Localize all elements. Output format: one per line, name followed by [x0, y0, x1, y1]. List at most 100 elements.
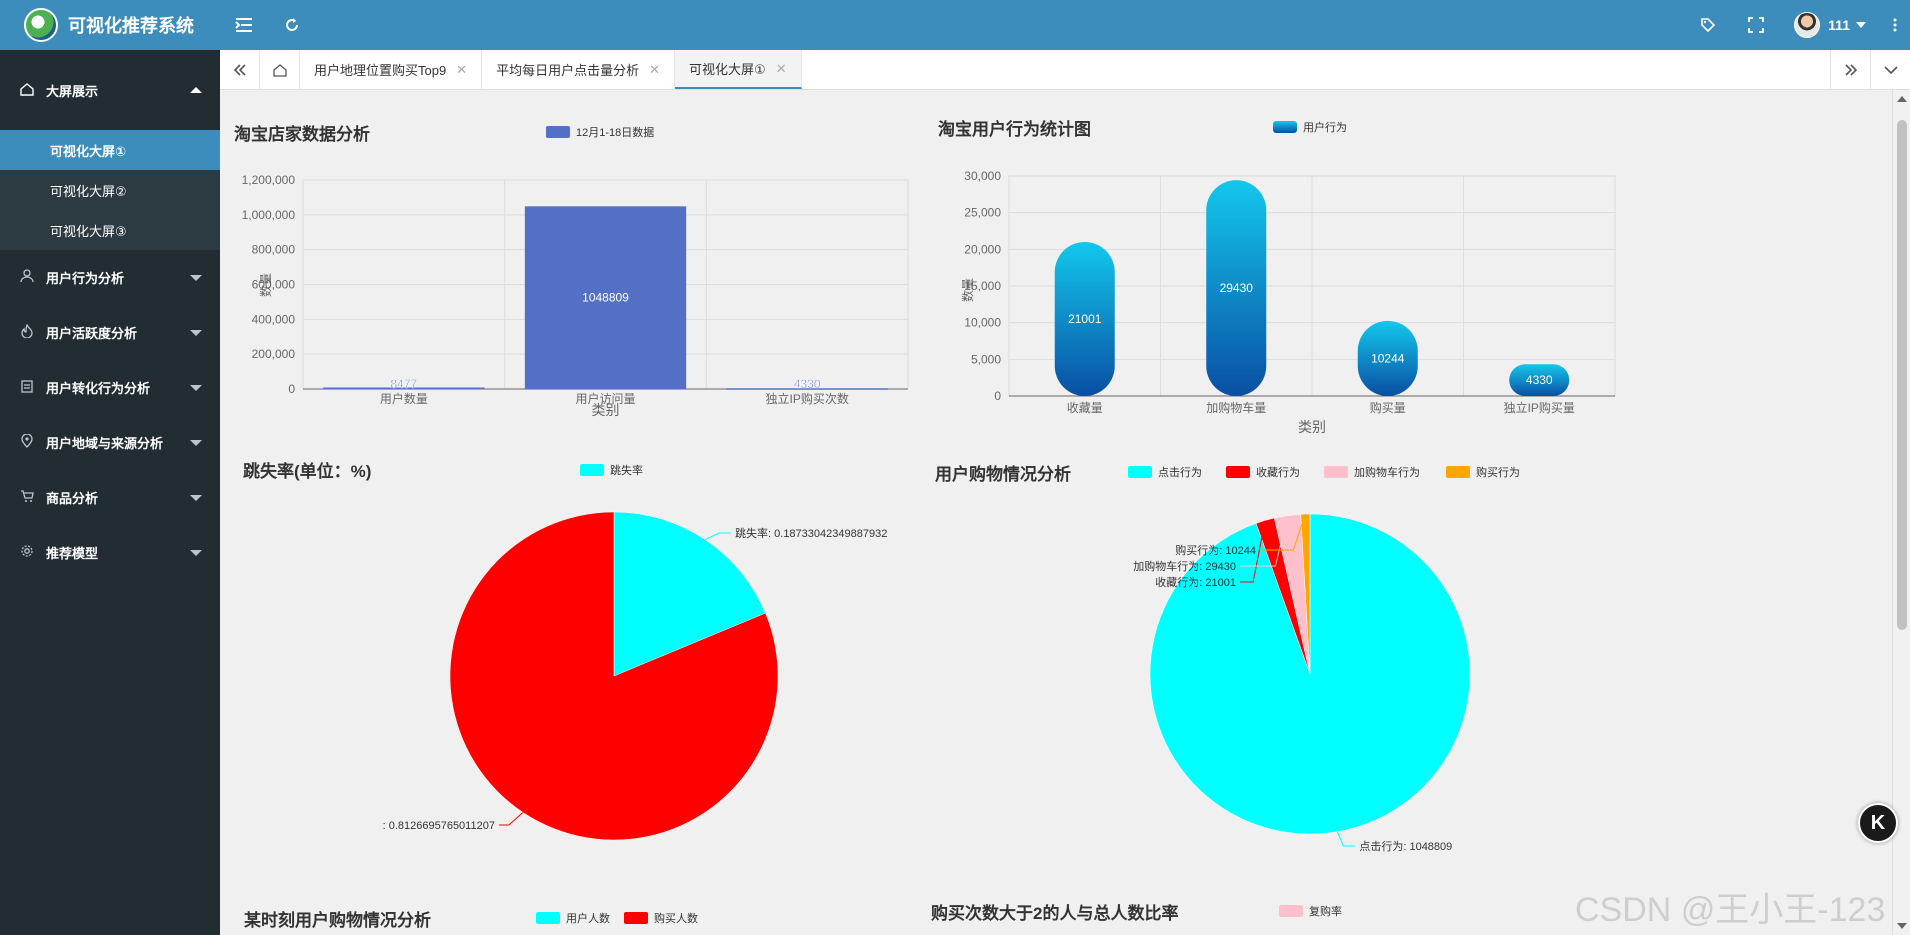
chevron-down-icon	[190, 384, 202, 391]
chart1-xtick: 用户数量	[380, 391, 428, 406]
chart2-legend-label: 用户行为	[1303, 120, 1347, 134]
sidebar-menu-user-region[interactable]: 用户地域与来源分析	[0, 415, 220, 470]
home-tab-button[interactable]	[260, 50, 300, 89]
sidebar-menu-recommend-model[interactable]: 推荐模型	[0, 525, 220, 580]
tab-daily-clicks[interactable]: 平均每日用户点击量分析 ✕	[482, 50, 676, 89]
chart2-title: 淘宝用户行为统计图	[938, 119, 1091, 139]
vertical-scrollbar[interactable]	[1892, 90, 1910, 935]
sidebar-item-screen-3[interactable]: 可视化大屏③	[0, 210, 220, 250]
chart1-ytick: 200,000	[252, 347, 296, 361]
sidebar-item-screen-1[interactable]: 可视化大屏①	[0, 130, 220, 170]
sidebar-menu-user-conversion[interactable]: 用户转化行为分析	[0, 360, 220, 415]
chart1-title: 淘宝店家数据分析	[234, 124, 370, 144]
chevron-down-icon	[190, 274, 202, 281]
refresh-icon[interactable]	[268, 0, 316, 50]
chart1-ytick: 1,200,000	[242, 173, 296, 187]
tab-dropdown-button[interactable]	[1870, 50, 1910, 89]
chart5-title: 某时刻用户购物情况分析	[244, 910, 431, 930]
avatar	[1794, 12, 1821, 38]
chevron-down-icon	[190, 494, 202, 501]
chart2-ylabel: 数量	[960, 278, 975, 302]
chart5-legend-label: 用户人数	[566, 911, 610, 925]
sidebar: 大屏展示 可视化大屏① 可视化大屏② 可视化大屏③ 用户行为分析 用户活跃度分析…	[0, 50, 220, 935]
gear-icon	[20, 544, 46, 561]
chart1-legend-swatch	[546, 126, 570, 138]
close-icon[interactable]: ✕	[456, 62, 467, 78]
chart5-legend-label: 购买人数	[654, 911, 698, 925]
sidebar-menu-user-activity[interactable]: 用户活跃度分析	[0, 305, 220, 360]
chevron-down-icon	[1856, 22, 1866, 28]
sidebar-item-screen-2[interactable]: 可视化大屏②	[0, 170, 220, 210]
fire-icon	[20, 323, 46, 341]
chart5-legend-swatch	[624, 912, 648, 924]
chart2-xtick: 购买量	[1370, 400, 1406, 415]
chart3-title: 跳失率(单位：%)	[243, 461, 371, 481]
chart2-xtick: 独立IP购买量	[1504, 400, 1575, 415]
chart1-ytick: 0	[288, 382, 295, 396]
watermark: CSDN @王小王-123	[1575, 891, 1886, 929]
tab-bar: 用户地理位置购买Top9 ✕ 平均每日用户点击量分析 ✕ 可视化大屏① ✕	[220, 50, 1910, 90]
scroll-tabs-right-button[interactable]	[1830, 50, 1870, 89]
dashboard-charts: 淘宝店家数据分析 12月1-18日数据0200,000400,000600,000…	[234, 119, 1616, 930]
chevron-down-icon	[190, 549, 202, 556]
chart2-xtick: 收藏量	[1067, 401, 1103, 415]
chart1-xtick: 独立IP购买次数	[765, 391, 848, 406]
fullscreen-icon[interactable]	[1732, 0, 1780, 50]
close-icon[interactable]: ✕	[776, 61, 787, 77]
scroll-up-icon[interactable]	[1897, 96, 1907, 102]
chevron-up-icon	[190, 87, 202, 93]
chart1-ytick: 1,000,000	[242, 208, 296, 222]
chart2-ytick: 20,000	[964, 242, 1001, 256]
floating-k-badge[interactable]: K	[1858, 803, 1898, 843]
tag-icon[interactable]	[1684, 0, 1732, 50]
chart6-legend-label: 复购率	[1309, 904, 1342, 918]
chevron-down-icon	[190, 329, 202, 336]
scroll-thumb[interactable]	[1897, 120, 1907, 630]
cart-icon	[20, 489, 46, 506]
app-logo[interactable]: 可视化推荐系统	[0, 0, 220, 50]
chart4-slice-label: 购买行为: 10244	[1175, 543, 1256, 557]
chart2-legend-swatch	[1273, 121, 1297, 133]
menu-fold-icon[interactable]	[220, 0, 268, 50]
app-title: 可视化推荐系统	[68, 16, 194, 36]
chart1-legend-label: 12月1-18日数据	[576, 125, 654, 139]
sidebar-menu-user-behavior[interactable]: 用户行为分析	[0, 250, 220, 305]
chevron-down-icon	[190, 439, 202, 446]
chart6-title: 购买次数大于2的人与总人数比率	[931, 903, 1178, 923]
user-name: 111	[1828, 17, 1850, 33]
logo-icon	[24, 8, 58, 42]
scroll-down-icon[interactable]	[1897, 923, 1907, 929]
chart1-data-label: 1048809	[582, 291, 629, 305]
chart2-data-label: 10244	[1371, 351, 1405, 365]
chart2-ytick: 25,000	[964, 206, 1001, 220]
chart4-legend-label: 加购物车行为	[1354, 465, 1420, 479]
chart2-xlabel: 类别	[1298, 419, 1326, 435]
chart1-ytick: 400,000	[252, 312, 296, 326]
chart2-data-label: 21001	[1068, 312, 1102, 326]
chart4-slice-label: 点击行为: 1048809	[1359, 840, 1452, 853]
chart4-slice-label: 加购物车行为: 29430	[1133, 559, 1236, 573]
sidebar-menu-goods[interactable]: 商品分析	[0, 470, 220, 525]
chart2-data-label: 29430	[1220, 281, 1254, 295]
chart5-legend-swatch	[536, 912, 560, 924]
user-icon	[20, 269, 46, 286]
chart2-ytick: 0	[994, 389, 1001, 403]
more-vertical-icon[interactable]	[1880, 0, 1910, 50]
tab-big-screen-1[interactable]: 可视化大屏① ✕	[675, 50, 802, 89]
tab-geo-top9[interactable]: 用户地理位置购买Top9 ✕	[300, 50, 483, 89]
close-icon[interactable]: ✕	[649, 62, 660, 78]
chart3-label-line	[704, 532, 732, 541]
chart2-ytick: 10,000	[964, 316, 1001, 330]
scroll-tabs-left-button[interactable]	[220, 50, 260, 89]
top-navbar: 可视化推荐系统 111	[0, 0, 1910, 50]
submenu-big-screen: 可视化大屏① 可视化大屏② 可视化大屏③	[0, 130, 220, 250]
sidebar-menu-big-screen[interactable]: 大屏展示	[0, 50, 220, 130]
user-menu[interactable]: 111	[1780, 12, 1880, 38]
chart4-legend-swatch	[1324, 466, 1348, 478]
chart2-data-label: 4330	[1526, 373, 1553, 387]
clipboard-icon	[20, 379, 46, 396]
chart3-slice-label: : 0.8126695765011207	[383, 820, 495, 832]
chart4-legend-label: 收藏行为	[1256, 465, 1300, 479]
chart4-legend-swatch	[1226, 466, 1250, 478]
chart4-legend-swatch	[1128, 466, 1152, 478]
